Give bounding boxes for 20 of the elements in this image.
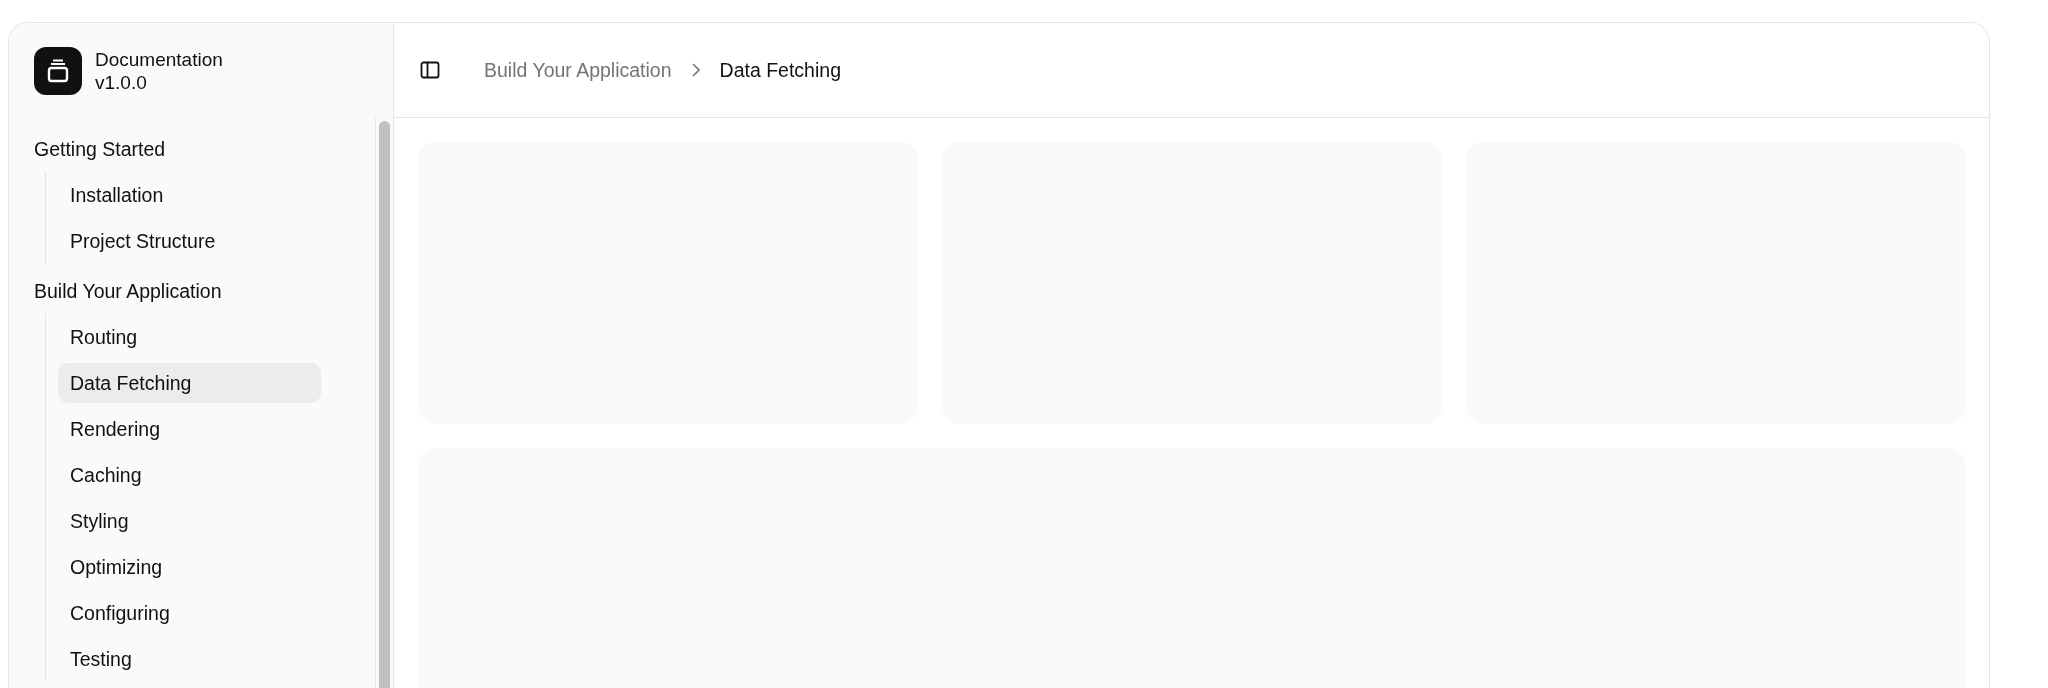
- chevron-right-icon: [691, 63, 700, 77]
- scrollbar-thumb[interactable]: [379, 121, 390, 688]
- logo-icon: [34, 46, 82, 95]
- sidebar-item[interactable]: Testing: [58, 639, 321, 679]
- sidebar-item[interactable]: Data Fetching: [58, 363, 321, 403]
- breadcrumb-current[interactable]: Data Fetching: [719, 58, 841, 82]
- sidebar-item[interactable]: Caching: [58, 455, 321, 495]
- app-title: Documentation: [95, 47, 223, 71]
- version-label: v1.0.0: [95, 70, 148, 94]
- sidebar-item[interactable]: Installation: [58, 175, 321, 215]
- sidebar-item[interactable]: Optimizing: [58, 547, 321, 587]
- sidebar-item[interactable]: Configuring: [58, 593, 321, 633]
- sidebar-item[interactable]: Project Structure: [58, 221, 321, 261]
- sidebar-item[interactable]: Rendering: [58, 409, 321, 449]
- section-heading: Getting Started: [34, 137, 167, 162]
- sidebar-item[interactable]: Routing: [58, 317, 321, 357]
- breadcrumb-link[interactable]: Build Your Application: [484, 58, 672, 82]
- sidebar-toggle-icon[interactable]: [420, 60, 440, 80]
- sidebar-item[interactable]: Styling: [58, 501, 321, 541]
- section-heading: Build Your Application: [34, 279, 223, 304]
